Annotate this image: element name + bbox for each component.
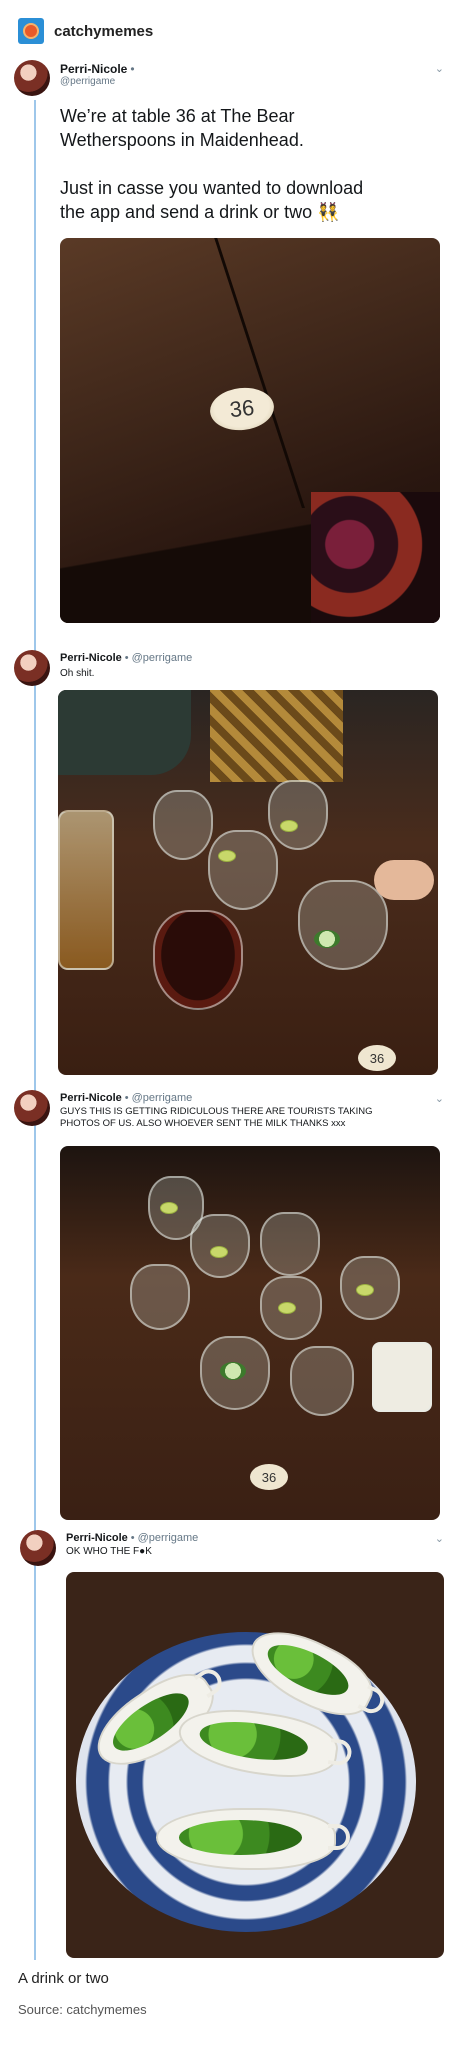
blog-avatar[interactable] [18,18,44,44]
post-caption: A drink or two [18,1970,109,1987]
separator: • [130,1532,135,1544]
tweet-photo[interactable]: 36 [60,238,440,623]
lime-slice [280,820,298,832]
tweet-4: Perri-Nicole • @perrigame ⌄ OK WHO THE F●K [14,1530,444,1960]
tweet-photo[interactable]: 36 [60,1146,440,1520]
tweet-text: GUYS THIS IS GETTING RIDICULOUS THERE AR… [60,1106,373,1129]
milk-glass [372,1342,432,1412]
cucumber-slice [314,930,340,948]
user-avatar[interactable] [20,1530,56,1566]
separator: • [124,652,129,664]
tweet-header: Perri-Nicole • @perrigame [60,62,138,87]
wine-glass [268,780,328,850]
tweet-header: Perri-Nicole • @perrigame [60,652,192,664]
tweet-text: Oh shit. [60,668,95,679]
user-name[interactable]: Perri-Nicole [60,652,122,664]
wine-glass [260,1212,320,1276]
table-number-tag: 36 [358,1045,396,1071]
wallpaper [210,690,343,783]
wine-glass [153,910,243,1010]
tweet-2: Perri-Nicole • @perrigame Oh shit. 36 [14,650,444,1080]
person-sleeve [58,690,191,775]
user-name[interactable]: Perri-Nicole [60,1092,122,1104]
separator: • [124,1092,129,1104]
tweet-photo[interactable] [66,1572,444,1958]
user-handle[interactable]: @perrigame [60,76,138,87]
chevron-down-icon[interactable]: ⌄ [435,62,444,75]
tweet-header: Perri-Nicole • @perrigame [60,1092,192,1104]
tweet-photo[interactable]: 36 [58,690,438,1075]
peas [197,1716,311,1767]
carpet [310,492,440,623]
blog-name[interactable]: catchymemes [54,23,153,40]
user-avatar[interactable] [14,650,50,686]
lime-slice [218,850,236,862]
separator: • [130,62,135,76]
lime-slice [356,1284,374,1296]
pitcher-glass [58,810,114,970]
blog-avatar-icon [23,23,39,39]
wine-glass [153,790,213,860]
tweet-3: Perri-Nicole • @perrigame ⌄ GUYS THIS IS G… [14,1090,444,1520]
chevron-down-icon[interactable]: ⌄ [435,1532,444,1545]
wine-glass [130,1264,190,1330]
hand [374,860,434,900]
table-seam [213,238,305,508]
user-avatar[interactable] [14,60,50,96]
tweet-text: We’re at table 36 at The Bear Wetherspoo… [60,106,364,222]
user-avatar[interactable] [14,1090,50,1126]
wine-glass [298,880,388,970]
table-number-tag: 36 [250,1464,288,1490]
lime-slice [210,1246,228,1258]
user-handle[interactable]: @perrigame [138,1532,199,1544]
tweet-header: Perri-Nicole • @perrigame [66,1532,198,1544]
wine-glass [208,830,278,910]
user-handle[interactable]: @perrigame [132,652,193,664]
chevron-down-icon[interactable]: ⌄ [435,1092,444,1105]
peas [179,1820,303,1856]
lime-slice [160,1202,178,1214]
post-source[interactable]: Source: catchymemes [18,2002,147,2017]
post-header: catchymemes [18,18,153,44]
lime-slice [278,1302,296,1314]
tweet-1: Perri-Nicole • @perrigame ⌄ We’re at tabl… [14,60,444,630]
user-name[interactable]: Perri-Nicole [66,1532,128,1544]
user-handle[interactable]: @perrigame [132,1092,193,1104]
wine-glass [290,1346,354,1416]
user-name[interactable]: Perri-Nicole [60,62,127,76]
cucumber-slice [220,1362,246,1380]
tweet-text: OK WHO THE F●K [66,1546,152,1557]
